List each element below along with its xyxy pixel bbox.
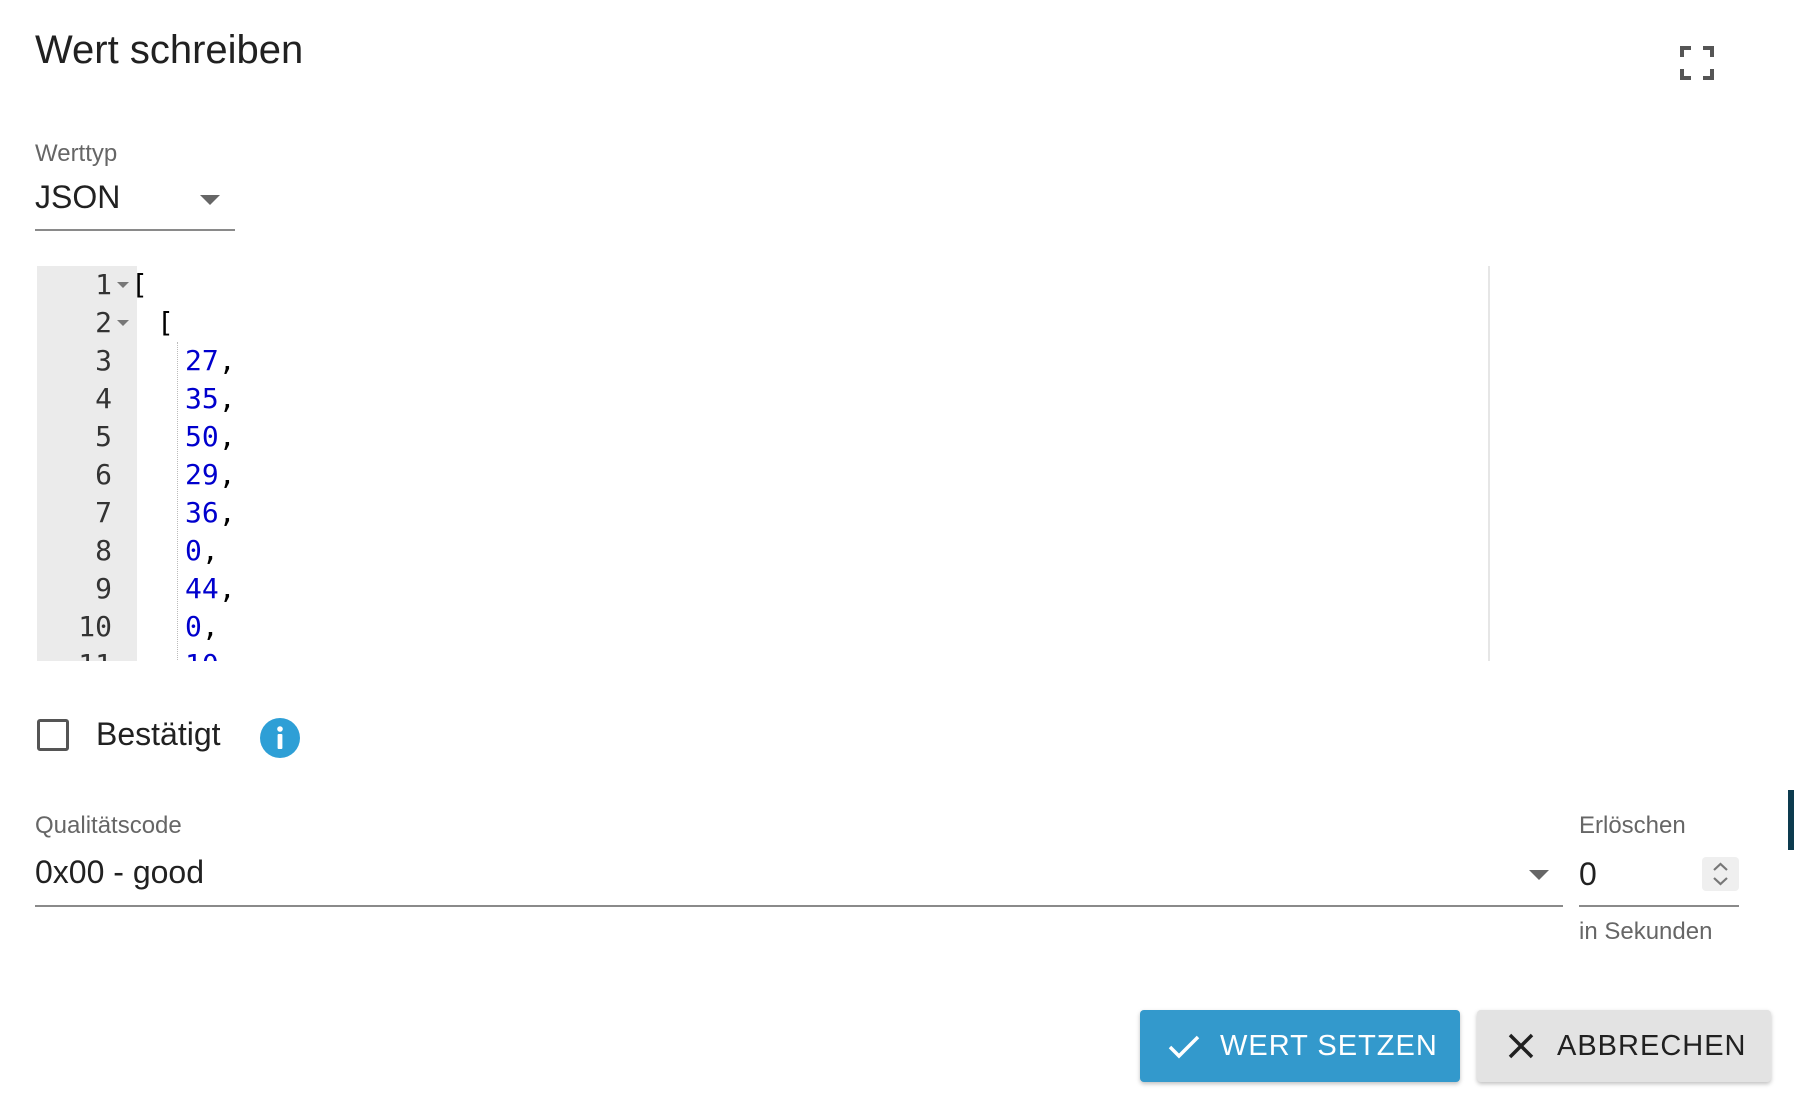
editor-print-margin xyxy=(1488,266,1490,661)
value-type-underline xyxy=(35,229,235,231)
quality-select[interactable]: 0x00 - good xyxy=(35,850,1563,908)
ack-label: Bestätigt xyxy=(96,716,221,752)
scrollbar-edge xyxy=(1788,790,1794,850)
code-line: 1[ xyxy=(37,266,1490,304)
code-line: 7 36, xyxy=(37,494,1490,532)
code-line: 10 0, xyxy=(37,608,1490,646)
code-number: 35 xyxy=(185,382,219,415)
line-number: 10 xyxy=(78,610,112,643)
code-number: 0 xyxy=(185,534,202,567)
check-icon xyxy=(1168,1035,1200,1059)
code-number: 27 xyxy=(185,344,219,377)
fullscreen-icon xyxy=(1680,46,1714,80)
code-text: 35, xyxy=(185,380,236,418)
expire-input[interactable] xyxy=(1579,854,1699,894)
line-number: 2 xyxy=(95,306,112,339)
code-text: 0, xyxy=(185,608,219,646)
chevron-down-icon xyxy=(1529,870,1549,880)
ack-checkbox[interactable] xyxy=(37,719,69,751)
code-number: 50 xyxy=(185,420,219,453)
code-line: 6 29, xyxy=(37,456,1490,494)
line-number: 1 xyxy=(95,268,112,301)
write-value-dialog: Wert schreiben Werttyp JSON 1[2[3 27, 4 35,… xyxy=(0,0,1794,1094)
line-number: 3 xyxy=(95,344,112,377)
code-number: 0 xyxy=(185,610,202,643)
code-line: 11 10 xyxy=(37,646,1490,661)
expire-underline xyxy=(1579,905,1739,907)
code-text: 10 xyxy=(185,646,219,661)
quality-underline xyxy=(35,905,1563,907)
code-number: 10 xyxy=(185,648,219,661)
code-line: 3 27, xyxy=(37,342,1490,380)
expire-label: Erlöschen xyxy=(1579,812,1686,839)
info-button[interactable] xyxy=(260,718,300,758)
fold-arrow-icon[interactable] xyxy=(117,282,129,288)
cancel-label: ABBRECHEN xyxy=(1557,1029,1747,1062)
set-value-label: WERT SETZEN xyxy=(1220,1029,1438,1062)
code-text: 36, xyxy=(185,494,236,532)
json-editor[interactable]: 1[2[327,435,550,629,736,80,944,100,1110 xyxy=(37,266,1490,661)
set-value-button[interactable]: WERT SETZEN xyxy=(1140,1010,1460,1082)
code-punctuation: , xyxy=(218,420,236,453)
code-punctuation: , xyxy=(218,572,236,605)
code-number: 36 xyxy=(185,496,219,529)
line-number: 6 xyxy=(95,458,112,491)
value-type-select[interactable]: JSON xyxy=(35,175,235,233)
code-number: 44 xyxy=(185,572,219,605)
quality-selected: 0x00 - good xyxy=(35,854,205,890)
value-type-label: Werttyp xyxy=(35,140,118,167)
code-text: [ xyxy=(157,306,174,339)
code-text: 0, xyxy=(185,532,219,570)
quality-label: Qualitätscode xyxy=(35,812,182,839)
stepper-arrows-icon xyxy=(1713,862,1728,886)
code-text: [ xyxy=(131,268,148,301)
chevron-down-icon xyxy=(200,195,220,205)
code-punctuation: , xyxy=(201,610,219,643)
line-number: 8 xyxy=(95,534,112,567)
code-text: 29, xyxy=(185,456,236,494)
code-line: 2[ xyxy=(37,304,1490,342)
fold-arrow-icon[interactable] xyxy=(117,320,129,326)
expire-stepper[interactable] xyxy=(1702,857,1739,891)
cancel-button[interactable]: ABBRECHEN xyxy=(1477,1010,1771,1082)
code-punctuation: , xyxy=(201,534,219,567)
close-icon xyxy=(1508,1033,1534,1059)
line-number: 9 xyxy=(95,572,112,605)
code-line: 5 50, xyxy=(37,418,1490,456)
code-punctuation: , xyxy=(218,344,236,377)
value-type-selected: JSON xyxy=(35,179,121,215)
code-line: 9 44, xyxy=(37,570,1490,608)
code-line: 8 0, xyxy=(37,532,1490,570)
code-punctuation: , xyxy=(218,382,236,415)
code-punctuation: , xyxy=(218,496,236,529)
code-number: 29 xyxy=(185,458,219,491)
code-punctuation: , xyxy=(218,458,236,491)
line-number: 4 xyxy=(95,382,112,415)
line-number: 11 xyxy=(37,646,112,661)
code-text: 44, xyxy=(185,570,236,608)
info-icon xyxy=(277,726,283,749)
code-text: 50, xyxy=(185,418,236,456)
expire-helper: in Sekunden xyxy=(1579,918,1713,945)
line-number: 5 xyxy=(95,420,112,453)
line-number: 7 xyxy=(95,496,112,529)
code-line: 4 35, xyxy=(37,380,1490,418)
dialog-title: Wert schreiben xyxy=(35,28,304,72)
code-text: 27, xyxy=(185,342,236,380)
fullscreen-button[interactable] xyxy=(1680,46,1714,80)
